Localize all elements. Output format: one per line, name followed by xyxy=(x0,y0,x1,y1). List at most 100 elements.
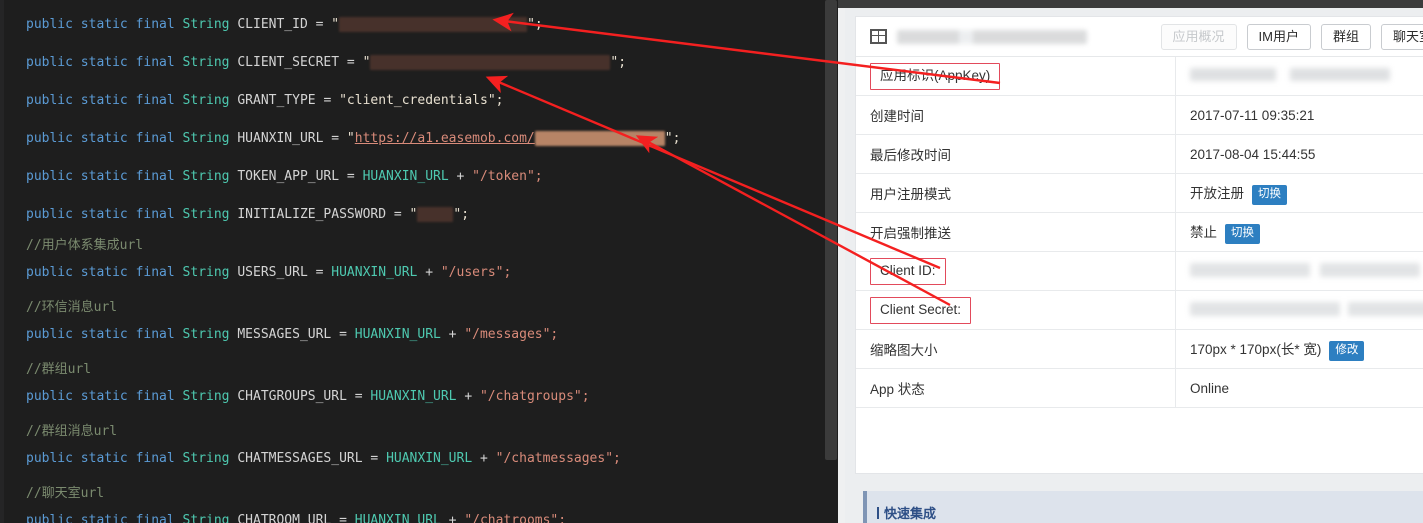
code-token: "; xyxy=(610,55,627,70)
code-token: = xyxy=(307,17,332,32)
tab-应用概况: 应用概况 xyxy=(1160,23,1237,50)
code-token: CLIENT_ID xyxy=(237,17,308,32)
code-line: public static final String HUANXIN_URL =… xyxy=(0,120,838,158)
row-value-cell: 开放注册 切换 xyxy=(1175,173,1423,213)
code-token: = xyxy=(339,169,363,184)
code-token: = xyxy=(346,389,371,404)
editor-scrollbar-thumb[interactable] xyxy=(825,0,837,460)
code-token: "/users"; xyxy=(440,265,512,280)
code-token: CHATGROUPS_URL xyxy=(237,389,347,404)
row-value-cell: 2017-08-04 15:44:55 xyxy=(1175,134,1423,174)
code-line: public static final String TOKEN_APP_URL… xyxy=(0,158,838,196)
row-value-cell: Online xyxy=(1175,368,1423,408)
code-line: public static final String CLIENT_ID = "… xyxy=(0,6,838,44)
code-token: CHATROOM_URL xyxy=(237,513,332,523)
row-label-cell: 最后修改时间 xyxy=(856,134,1176,174)
row-action-button[interactable]: 修改 xyxy=(1329,340,1365,361)
row-value-text: 禁止 xyxy=(1190,224,1217,240)
code-token: String xyxy=(182,169,238,184)
comment-text: //用户体系集成url xyxy=(26,238,144,253)
code-token: + xyxy=(440,513,465,523)
row-label-cell: Client ID: xyxy=(856,251,1176,291)
editor-scrollbar[interactable] xyxy=(824,0,838,523)
table-row: 开启强制推送 禁止 切换 xyxy=(856,212,1423,252)
code-comment-line: //群组消息url xyxy=(0,420,838,444)
row-value-cell: 170px * 170px(长* 宽) 修改 xyxy=(1175,329,1423,369)
app-name-redacted xyxy=(897,29,1087,44)
comment-text: //群组消息url xyxy=(26,424,118,439)
code-comment-line: //环信消息url xyxy=(0,296,838,320)
code-token: "/chatrooms"; xyxy=(464,513,567,523)
code-token: CLIENT_SECRET xyxy=(237,55,340,70)
code-token: HUANXIN_URL xyxy=(354,327,441,342)
code-token: HUANXIN_URL xyxy=(331,265,418,280)
code-token: "/chatmessages"; xyxy=(495,451,621,466)
code-token: String xyxy=(182,327,238,342)
redacted-value xyxy=(417,207,454,222)
code-line: public static final String MESSAGES_URL … xyxy=(0,320,838,358)
code-token: String xyxy=(182,93,238,108)
code-token: = xyxy=(331,513,355,523)
row-value-cell xyxy=(1175,57,1423,96)
code-line: public static final String CHATGROUPS_UR… xyxy=(0,382,838,420)
quick-integration-banner[interactable]: 快速集成 xyxy=(863,491,1423,523)
row-value-cell xyxy=(1175,290,1423,330)
redacted-value xyxy=(339,17,528,32)
browser-panel: 应用概况 IM用户群组聊天室 应用标识(AppKey) 创建时间 2017-07-11… xyxy=(838,0,1423,523)
row-value-text: 2017-07-11 09:35:21 xyxy=(1190,107,1315,123)
highlighted-label: Client ID: xyxy=(870,257,946,285)
code-token: = xyxy=(362,451,387,466)
table-row: 缩略图大小 170px * 170px(长* 宽) 修改 xyxy=(856,329,1423,369)
code-token: String xyxy=(182,207,238,222)
code-token: + xyxy=(417,265,441,280)
code-token: public static final xyxy=(26,17,183,32)
grid-icon xyxy=(870,29,887,44)
code-token: = xyxy=(331,327,355,342)
browser-chrome-bar xyxy=(838,0,1423,8)
code-token: " xyxy=(331,17,340,32)
row-label-cell: 创建时间 xyxy=(856,95,1176,135)
code-token: "; xyxy=(527,17,543,32)
code-token: = xyxy=(315,93,340,108)
app-info-table: 应用标识(AppKey) 创建时间 2017-07-11 09:35:21 最后修改时… xyxy=(856,57,1423,408)
code-content[interactable]: public static final String CLIENT_ID = "… xyxy=(0,0,838,523)
tab-IM用户[interactable]: IM用户 xyxy=(1246,23,1311,50)
card-header: 应用概况 IM用户群组聊天室 xyxy=(856,17,1423,57)
code-token: "; xyxy=(453,207,470,222)
code-token: + xyxy=(456,389,480,404)
comment-text: //聊天室url xyxy=(26,486,105,501)
code-token: = xyxy=(339,55,363,70)
code-token: INITIALIZE_PASSWORD xyxy=(237,207,387,222)
tab-聊天室[interactable]: 聊天室 xyxy=(1380,23,1423,50)
table-row: Client ID: xyxy=(856,251,1423,291)
row-label-cell: Client Secret: xyxy=(856,290,1176,330)
table-row: 最后修改时间 2017-08-04 15:44:55 xyxy=(856,134,1423,174)
tab-群组[interactable]: 群组 xyxy=(1320,23,1371,50)
highlighted-label: Client Secret: xyxy=(870,296,972,324)
row-action-button[interactable]: 切换 xyxy=(1225,223,1260,244)
quick-integration-marker xyxy=(877,507,879,519)
code-token: String xyxy=(182,513,238,523)
code-token: " xyxy=(362,55,371,70)
code-comment-line: //用户体系集成url xyxy=(0,234,838,258)
code-token: = xyxy=(323,131,347,146)
code-editor[interactable]: public static final String CLIENT_ID = "… xyxy=(0,0,838,523)
code-token: public static final xyxy=(26,389,183,404)
table-row: 用户注册模式 开放注册 切换 xyxy=(856,173,1423,213)
code-token: + xyxy=(448,169,473,184)
quick-integration-label: 快速集成 xyxy=(884,506,937,521)
code-token: public static final xyxy=(26,55,183,70)
console-page: 应用概况 IM用户群组聊天室 应用标识(AppKey) 创建时间 2017-07-11… xyxy=(845,8,1423,523)
code-token: String xyxy=(182,389,238,404)
code-token: String xyxy=(182,451,238,466)
code-token: TOKEN_APP_URL xyxy=(237,169,340,184)
table-row: App 状态 Online xyxy=(856,368,1423,408)
row-label-cell: 应用标识(AppKey) xyxy=(856,57,1176,96)
row-action-button[interactable]: 切换 xyxy=(1252,184,1287,205)
code-comment-line: //聊天室url xyxy=(0,482,838,506)
table-row: 创建时间 2017-07-11 09:35:21 xyxy=(856,95,1423,135)
code-line: public static final String CHATMESSAGES_… xyxy=(0,444,838,482)
code-token: HUANXIN_URL xyxy=(362,169,449,184)
code-token: "/token"; xyxy=(472,169,543,184)
row-value-cell: 禁止 切换 xyxy=(1175,212,1423,252)
